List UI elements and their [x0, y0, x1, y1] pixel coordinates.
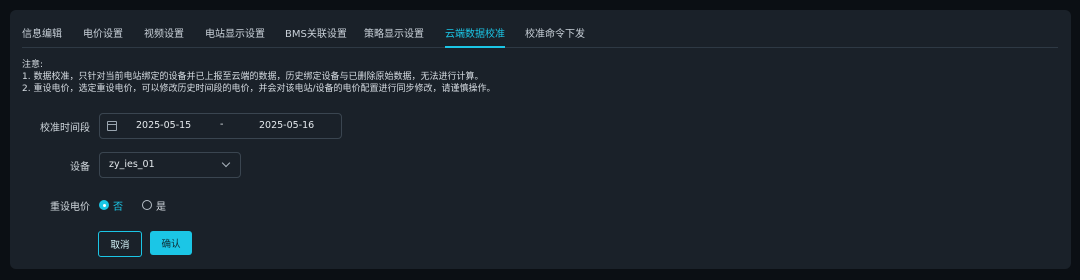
radio-unselected-icon [142, 200, 152, 210]
notes-title: 注意: [22, 60, 44, 70]
reset-price-option-yes-label: 是 [156, 202, 166, 213]
tab-price-settings[interactable]: 电价设置 [83, 29, 123, 46]
tab-bms-association[interactable]: BMS关联设置 [285, 29, 347, 46]
date-range-picker[interactable]: 2025-05-15 - 2025-05-16 [99, 113, 342, 139]
device-select[interactable]: zy_ies_01 [99, 152, 241, 178]
tab-station-display[interactable]: 电站显示设置 [205, 29, 265, 46]
tab-video-settings[interactable]: 视频设置 [144, 29, 184, 46]
notes-line-2: 2. 重设电价，选定重设电价，可以修改历史时间段的电价，并会对该电站/设备的电价… [22, 84, 496, 94]
tab-strategy-display[interactable]: 策略显示设置 [364, 29, 424, 46]
date-range-label: 校准时间段 [40, 123, 90, 134]
date-separator: - [220, 119, 224, 130]
device-label: 设备 [70, 162, 90, 173]
radio-selected-icon [99, 200, 109, 210]
calendar-icon [107, 121, 117, 131]
device-select-value: zy_ies_01 [109, 159, 155, 170]
settings-panel: 信息编辑 电价设置 视频设置 电站显示设置 BMS关联设置 策略显示设置 云端数… [10, 10, 1071, 269]
chevron-down-icon [221, 158, 231, 168]
confirm-button[interactable]: 确认 [150, 231, 192, 255]
reset-price-label: 重设电价 [50, 202, 90, 213]
tab-info-edit[interactable]: 信息编辑 [22, 29, 62, 46]
date-start[interactable]: 2025-05-15 [136, 120, 191, 131]
notes-block: 注意: 1. 数据校准，只针对当前电站绑定的设备并已上报至云端的数据，历史绑定设… [22, 59, 495, 95]
tab-bar: 信息编辑 电价设置 视频设置 电站显示设置 BMS关联设置 策略显示设置 云端数… [22, 29, 1058, 48]
notes-line-1: 1. 数据校准，只针对当前电站绑定的设备并已上报至云端的数据，历史绑定设备与已删… [22, 72, 484, 82]
tab-calibration-command[interactable]: 校准命令下发 [525, 29, 585, 46]
date-end[interactable]: 2025-05-16 [259, 120, 314, 131]
tab-cloud-calibration[interactable]: 云端数据校准 [445, 29, 505, 48]
cancel-button[interactable]: 取消 [98, 231, 142, 257]
reset-price-option-no-label: 否 [113, 202, 123, 213]
